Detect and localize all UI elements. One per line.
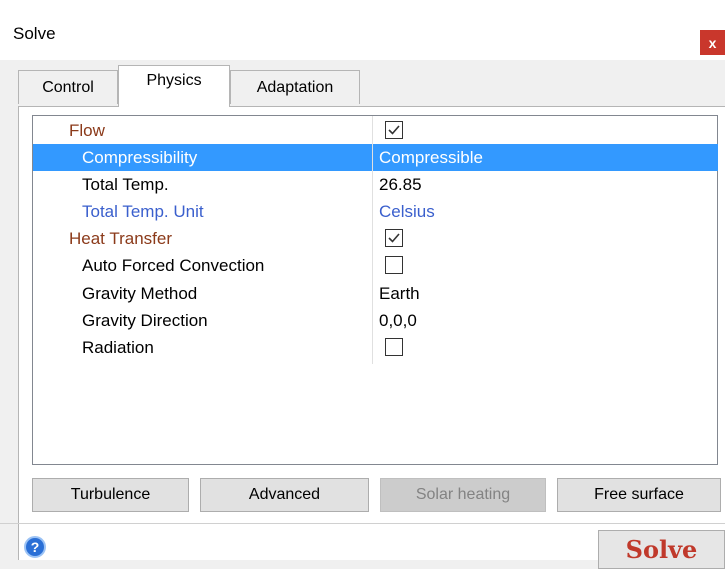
advanced-button[interactable]: Advanced — [200, 478, 369, 512]
property-value[interactable]: Celsius — [379, 202, 435, 222]
property-name: Radiation — [82, 338, 154, 357]
property-value[interactable]: Compressible — [379, 148, 483, 168]
close-button[interactable]: x — [700, 30, 725, 55]
heat-transfer-checkbox[interactable] — [385, 229, 403, 247]
footer-divider — [0, 523, 725, 524]
property-name: Compressibility — [82, 148, 198, 167]
column-divider[interactable] — [372, 116, 373, 364]
property-row-gravity-method[interactable]: Gravity Method Earth — [33, 280, 718, 307]
solve-button[interactable]: Solve — [598, 530, 725, 569]
property-name: Gravity Method — [82, 284, 198, 303]
property-name: Gravity Direction — [82, 311, 208, 330]
property-name: Auto Forced Convection — [82, 256, 265, 275]
check-icon — [388, 125, 400, 135]
property-value[interactable]: 0,0,0 — [379, 311, 417, 331]
property-row-compressibility[interactable]: Compressibility Compressible — [33, 144, 718, 171]
property-row-total-temp[interactable]: Total Temp. 26.85 — [33, 171, 718, 198]
solar-heating-button: Solar heating — [380, 478, 546, 512]
radiation-checkbox[interactable] — [385, 338, 403, 356]
auto-forced-convection-checkbox[interactable] — [385, 256, 403, 274]
tab-physics[interactable]: Physics — [118, 65, 230, 107]
property-row-radiation[interactable]: Radiation — [33, 334, 718, 361]
property-value[interactable]: Earth — [379, 284, 420, 304]
window-title: Solve — [13, 24, 56, 43]
property-value[interactable]: 26.85 — [379, 175, 422, 195]
free-surface-button[interactable]: Free surface — [557, 478, 721, 512]
property-name: Total Temp. Unit — [82, 202, 204, 221]
help-icon[interactable]: ? — [24, 536, 46, 558]
property-row-gravity-direction[interactable]: Gravity Direction 0,0,0 — [33, 307, 718, 334]
tab-adaptation[interactable]: Adaptation — [230, 70, 360, 104]
check-icon — [388, 233, 400, 243]
property-name: Heat Transfer — [69, 229, 172, 248]
turbulence-button[interactable]: Turbulence — [32, 478, 189, 512]
tab-control[interactable]: Control — [18, 70, 118, 104]
title-bar: Solve — [0, 0, 725, 60]
property-name: Flow — [69, 121, 105, 140]
property-row-flow[interactable]: Flow — [33, 117, 718, 144]
flow-checkbox[interactable] — [385, 121, 403, 139]
property-name: Total Temp. — [82, 175, 169, 194]
property-row-total-temp-unit[interactable]: Total Temp. Unit Celsius — [33, 198, 718, 225]
property-row-auto-forced-convection[interactable]: Auto Forced Convection — [33, 252, 718, 279]
property-row-heat-transfer[interactable]: Heat Transfer — [33, 225, 718, 252]
